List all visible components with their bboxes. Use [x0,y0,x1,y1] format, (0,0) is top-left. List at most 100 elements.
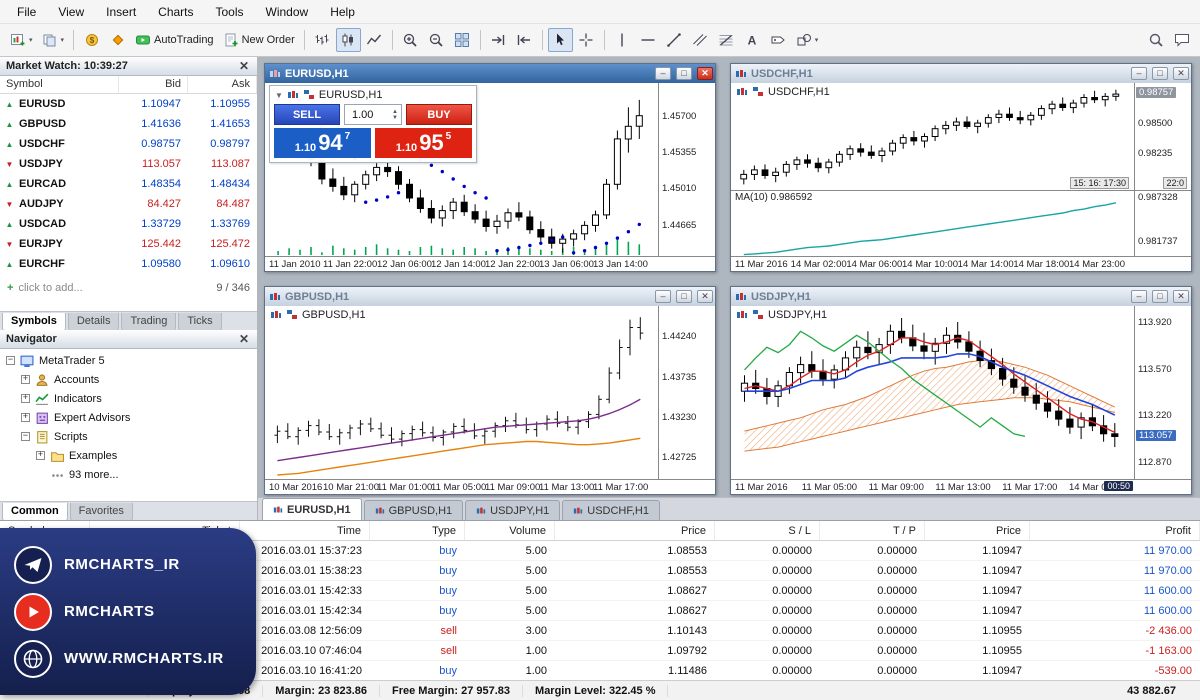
tree-item-metatrader-5[interactable]: −MetaTrader 5 [0,351,257,370]
close-icon[interactable]: ✕ [236,60,252,72]
chart-canvas[interactable]: 1.442401.437351.432301.42725 [265,306,715,479]
expand-icon[interactable]: + [21,413,30,422]
terminal-column-tp[interactable]: T / P [820,521,925,540]
chart-window-eurusd[interactable]: EURUSD,H1 – □ ✕ ▼ EURUSD,H1 SE [264,63,716,272]
chart-title-bar[interactable]: EURUSD,H1 – □ ✕ [265,64,715,83]
close-icon[interactable]: ✕ [1173,67,1189,80]
expand-icon[interactable]: + [21,394,30,403]
search-icon[interactable] [1143,28,1168,52]
profiles-icon[interactable]: ▾ [38,28,69,52]
bar-chart-icon[interactable] [310,28,335,52]
collapse-icon[interactable]: ▼ [275,91,283,100]
chart-canvas[interactable]: 113.920113.570113.220112.870113.057 [731,306,1191,479]
terminal-column-price[interactable]: Price [925,521,1030,540]
minimize-icon[interactable]: – [655,290,671,303]
chart-tab-usdchf-h1[interactable]: USDCHF,H1 [562,500,660,520]
minimize-icon[interactable]: – [655,67,671,80]
chart-pane[interactable]: 113.920113.570113.220112.870113.057 [731,306,1191,479]
chart-pane[interactable]: 0.9873280.981737MA(10) 0.986592 [731,190,1191,256]
market-watch-row[interactable]: ▲USDCAD1.337291.33769 [0,214,257,234]
tree-item-scripts[interactable]: −Scripts [0,427,257,446]
market-watch-row[interactable]: ▲EURCHF1.095801.09610 [0,254,257,274]
tab-ticks[interactable]: Ticks [178,313,221,331]
vertical-line-icon[interactable] [610,28,635,52]
menu-tools[interactable]: Tools [205,1,255,23]
market-watch-row[interactable]: ▲EURUSD1.109471.10955 [0,94,257,114]
tab-favorites[interactable]: Favorites [70,503,133,521]
chart-title-bar[interactable]: USDCHF,H1 – □ ✕ [731,64,1191,83]
tab-symbols[interactable]: Symbols [2,313,66,331]
expand-icon[interactable]: + [21,375,30,384]
buy-price-button[interactable]: 1.10 95 5 [375,128,472,158]
terminal-column-profit[interactable]: Profit [1030,521,1200,540]
menu-charts[interactable]: Charts [147,1,204,23]
algo-icon[interactable] [105,28,130,52]
tree-item-93-more-[interactable]: 93 more... [0,465,257,484]
tab-common[interactable]: Common [2,503,68,521]
restore-icon[interactable]: □ [1152,67,1168,80]
terminal-column-sl[interactable]: S / L [715,521,820,540]
menu-view[interactable]: View [47,1,95,23]
market-watch-row[interactable]: ▼EURJPY125.442125.472 [0,234,257,254]
chart-pane[interactable]: 1.442401.437351.432301.42725 [265,306,715,479]
minimize-icon[interactable]: – [1131,290,1147,303]
collapse-icon[interactable]: − [21,432,30,441]
cursor-icon[interactable] [548,28,573,52]
volume-input[interactable]: 1.00 ▲▼ [344,104,402,125]
chart-title-bar[interactable]: USDJPY,H1 – □ ✕ [731,287,1191,306]
candle-chart-icon[interactable] [336,28,361,52]
restore-icon[interactable]: □ [676,67,692,80]
tree-item-expert-advisors[interactable]: +Expert Advisors [0,408,257,427]
shift-end-icon[interactable] [486,28,511,52]
shift-begin-icon[interactable] [512,28,537,52]
trade-panel-header[interactable]: ▼ EURUSD,H1 [270,86,476,104]
click-to-add-row[interactable]: + click to add... 9 / 346 [0,279,257,297]
chart-canvas[interactable]: 0.985000.982350.9875715: 16: 17:3022:00.… [731,83,1191,256]
equidistant-channel-icon[interactable] [688,28,713,52]
tab-details[interactable]: Details [68,313,120,331]
tab-trading[interactable]: Trading [121,313,176,331]
close-icon[interactable]: ✕ [697,67,713,80]
menu-file[interactable]: File [6,1,47,23]
column-header-ask[interactable]: Ask [188,76,257,93]
buy-button[interactable]: BUY [406,104,472,125]
restore-icon[interactable]: □ [676,290,692,303]
minimize-icon[interactable]: – [1131,67,1147,80]
chart-window-usdchf[interactable]: USDCHF,H1 – □ ✕ USDCHF,H1 0.985000.98235… [730,63,1192,272]
sell-price-button[interactable]: 1.10 94 7 [274,128,371,158]
label-icon[interactable] [766,28,791,52]
chart-tab-gbpusd-h1[interactable]: GBPUSD,H1 [364,500,464,520]
quotes-icon[interactable]: $ [79,28,104,52]
menu-insert[interactable]: Insert [95,1,147,23]
sell-button[interactable]: SELL [274,104,340,125]
menu-help[interactable]: Help [319,1,366,23]
menu-window[interactable]: Window [255,1,320,23]
horizontal-line-icon[interactable] [636,28,661,52]
collapse-icon[interactable]: − [6,356,15,365]
terminal-column-type[interactable]: Type [370,521,465,540]
market-watch-row[interactable]: ▲USDCHF0.987570.98797 [0,134,257,154]
tile-windows-icon[interactable] [450,28,475,52]
text-icon[interactable]: A [740,28,765,52]
fibonacci-icon[interactable] [714,28,739,52]
chart-tab-usdjpy-h1[interactable]: USDJPY,H1 [465,500,560,520]
market-watch-row[interactable]: ▲GBPUSD1.416361.41653 [0,114,257,134]
terminal-column-volume[interactable]: Volume [465,521,555,540]
chart-window-usdjpy[interactable]: USDJPY,H1 – □ ✕ USDJPY,H1 113.920113.570… [730,286,1192,495]
zoom-in-icon[interactable] [398,28,423,52]
trendline-icon[interactable] [662,28,687,52]
close-icon[interactable]: ✕ [236,333,252,345]
tree-item-indicators[interactable]: +Indicators [0,389,257,408]
market-watch-row[interactable]: ▼USDJPY113.057113.087 [0,154,257,174]
close-icon[interactable]: ✕ [697,290,713,303]
column-header-bid[interactable]: Bid [119,76,188,93]
chart-window-gbpusd[interactable]: GBPUSD,H1 – □ ✕ GBPUSD,H1 1.442401.43735… [264,286,716,495]
chart-tab-eurusd-h1[interactable]: EURUSD,H1 [262,498,362,520]
terminal-column-price[interactable]: Price [555,521,715,540]
new-chart-icon[interactable]: ▾ [6,28,37,52]
terminal-column-time[interactable]: Time [240,521,370,540]
chat-icon[interactable] [1169,28,1194,52]
chart-pane[interactable]: 0.985000.982350.9875715: 16: 17:3022:0 [731,83,1191,190]
chart-title-bar[interactable]: GBPUSD,H1 – □ ✕ [265,287,715,306]
zoom-out-icon[interactable] [424,28,449,52]
